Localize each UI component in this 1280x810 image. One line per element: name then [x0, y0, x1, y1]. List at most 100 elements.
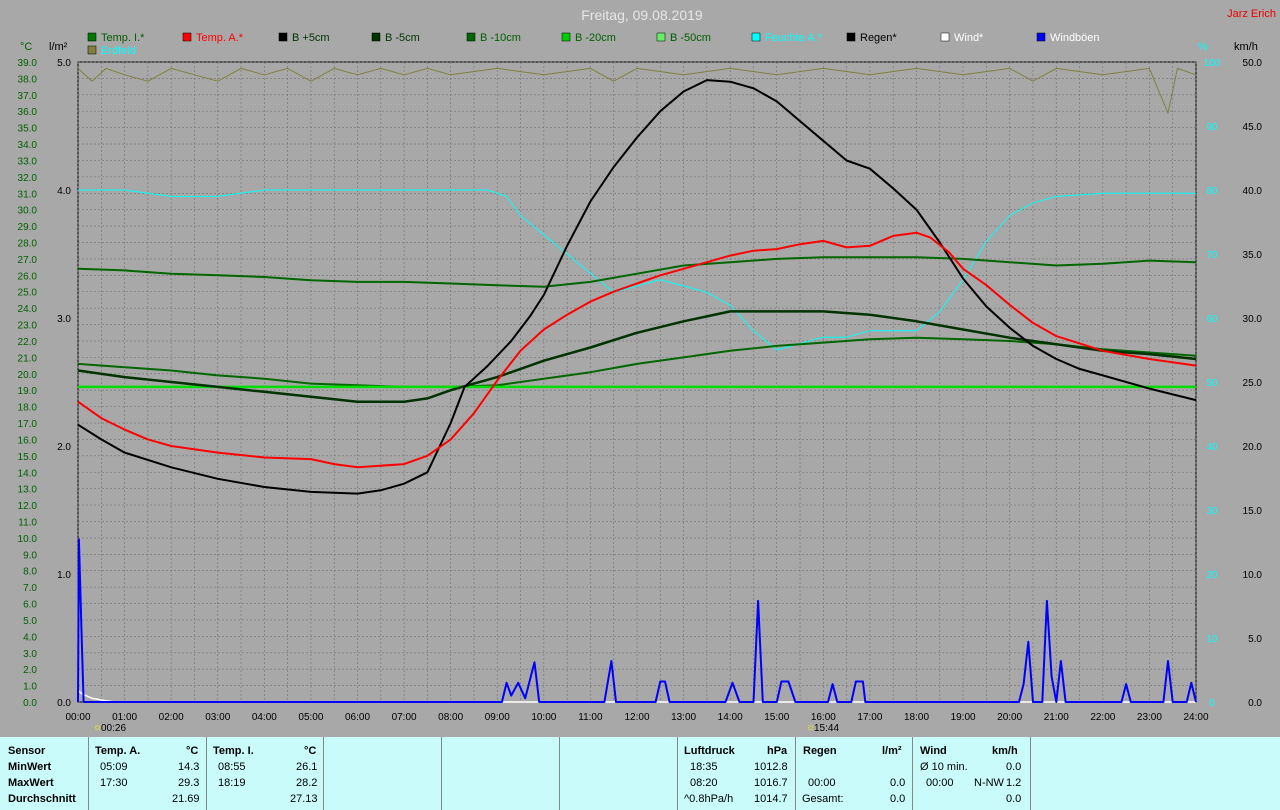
wind-avg-label: Ø 10 min.: [920, 761, 968, 773]
unit-rain: l/m²: [49, 41, 68, 53]
y-tick-temp: 33.0: [18, 156, 38, 167]
y-tick-rain: 5.0: [57, 58, 71, 69]
legend-label: Erdfeld: [101, 45, 136, 57]
y-tick-temp: 5.0: [23, 616, 37, 627]
legend-label: B -50cm: [670, 32, 711, 44]
y-tick-temp: 19.0: [18, 386, 38, 397]
luftdruck-min-time: 18:35: [690, 761, 718, 773]
x-tick-label: 13:00: [671, 712, 696, 723]
legend-label: Feuchte A.*: [765, 32, 823, 44]
y-tick-temp: 31.0: [18, 189, 38, 200]
y-tick-wind: 0.0: [1248, 698, 1262, 709]
label-min: MinWert: [8, 761, 52, 773]
legend-swatch: [87, 32, 97, 42]
y-tick-wind: 50.0: [1243, 58, 1263, 69]
sunset-label: 15:44: [814, 723, 839, 734]
y-tick-temp: 11.0: [18, 517, 37, 528]
temp-a-max-val: 29.3: [178, 777, 200, 789]
y-tick-rain: 2.0: [57, 442, 71, 453]
x-tick-label: 07:00: [392, 712, 417, 723]
y-tick-temp: 37.0: [18, 91, 38, 102]
temp-i-avg-val: 27.13: [290, 793, 318, 805]
y-tick-percent: 20: [1206, 570, 1218, 581]
regen-max-val: 0.0: [890, 777, 906, 789]
x-tick-label: 12:00: [624, 712, 649, 723]
wind-max-val: 1.2: [1006, 777, 1022, 789]
y-tick-rain: 1.0: [57, 570, 71, 581]
y-tick-temp: 4.0: [23, 632, 37, 643]
author-label: Jarz Erich: [1227, 8, 1276, 20]
wind-max-time: 00:00: [926, 777, 954, 789]
y-tick-percent: 30: [1206, 506, 1218, 517]
legend-label: B -10cm: [480, 32, 521, 44]
header-temp-a: Temp. A.: [95, 745, 141, 757]
unit-wind: km/h: [1234, 41, 1258, 53]
y-tick-rain: 3.0: [57, 314, 71, 325]
luftdruck-trend: ^0.8hPa/h: [684, 793, 734, 805]
legend-label: Temp. A.*: [196, 32, 244, 44]
y-tick-temp: 36.0: [18, 107, 38, 118]
legend-swatch: [561, 32, 571, 42]
y-tick-wind: 45.0: [1243, 122, 1263, 133]
unit-celsius: °C: [20, 41, 32, 53]
y-tick-wind: 25.0: [1243, 378, 1263, 389]
sunrise-marker: ☼ 00:26: [93, 722, 126, 734]
y-tick-temp: 23.0: [18, 321, 38, 332]
legend-label: Wind*: [954, 32, 984, 44]
x-tick-label: 09:00: [485, 712, 510, 723]
legend-swatch: [371, 32, 381, 42]
y-tick-temp: 22.0: [18, 337, 38, 348]
regen-total-label: Gesamt:: [802, 793, 844, 805]
header-luftdruck-unit: hPa: [767, 745, 788, 757]
temp-a-avg-val: 21.69: [172, 793, 200, 805]
y-tick-temp: 9.0: [23, 550, 37, 561]
header-temp-a-unit: °C: [186, 745, 199, 757]
x-tick-label: 22:00: [1090, 712, 1115, 723]
y-tick-wind: 5.0: [1248, 634, 1262, 645]
legend-label: B +5cm: [292, 32, 330, 44]
wind-avg-val: 0.0: [1006, 761, 1022, 773]
y-tick-percent: 10: [1206, 634, 1218, 645]
y-tick-temp: 32.0: [18, 173, 38, 184]
y-tick-percent: 90: [1206, 122, 1218, 133]
luftdruck-max-time: 08:20: [690, 777, 718, 789]
x-tick-label: 19:00: [951, 712, 976, 723]
y-tick-rain: 4.0: [57, 186, 71, 197]
legend-label: Windböen: [1050, 32, 1100, 44]
luftdruck-min-val: 1012.8: [754, 761, 788, 773]
weather-chart: Freitag, 09.08.2019 Jarz Erich °C l/m² %…: [18, 7, 1276, 734]
header-wind: Wind: [920, 745, 947, 757]
y-tick-wind: 15.0: [1243, 506, 1263, 517]
y-tick-percent: 100: [1204, 58, 1221, 69]
header-regen: Regen: [803, 745, 837, 757]
header-regen-unit: l/m²: [882, 745, 902, 757]
x-tick-label: 06:00: [345, 712, 370, 723]
legend-swatch: [466, 32, 476, 42]
y-tick-percent: 50: [1206, 378, 1218, 389]
y-tick-temp: 24.0: [18, 304, 38, 315]
y-tick-temp: 29.0: [18, 222, 38, 233]
y-tick-percent: 80: [1206, 186, 1218, 197]
y-tick-wind: 10.0: [1243, 570, 1263, 581]
x-tick-label: 20:00: [997, 712, 1022, 723]
regen-max-time: 00:00: [808, 777, 836, 789]
y-tick-temp: 27.0: [18, 255, 38, 266]
y-tick-wind: 30.0: [1243, 314, 1263, 325]
temp-a-max-time: 17:30: [100, 777, 128, 789]
y-tick-wind: 40.0: [1243, 186, 1263, 197]
x-tick-label: 10:00: [531, 712, 556, 723]
temp-i-max-val: 28.2: [296, 777, 318, 789]
header-wind-unit: km/h: [992, 745, 1018, 757]
x-tick-label: 03:00: [205, 712, 230, 723]
temp-i-max-time: 18:19: [218, 777, 246, 789]
legend-swatch: [940, 32, 950, 42]
y-tick-percent: 70: [1206, 250, 1218, 261]
temp-a-min-time: 05:09: [100, 761, 128, 773]
temp-i-min-val: 26.1: [296, 761, 318, 773]
y-tick-percent: 60: [1206, 314, 1218, 325]
x-tick-label: 00:00: [65, 712, 90, 723]
x-tick-label: 23:00: [1137, 712, 1162, 723]
y-tick-temp: 17.0: [18, 419, 38, 430]
legend: Temp. I.* Temp. A.* B +5cm B -5cm B -10cm B -…: [87, 32, 1100, 57]
y-tick-temp: 6.0: [23, 600, 37, 611]
